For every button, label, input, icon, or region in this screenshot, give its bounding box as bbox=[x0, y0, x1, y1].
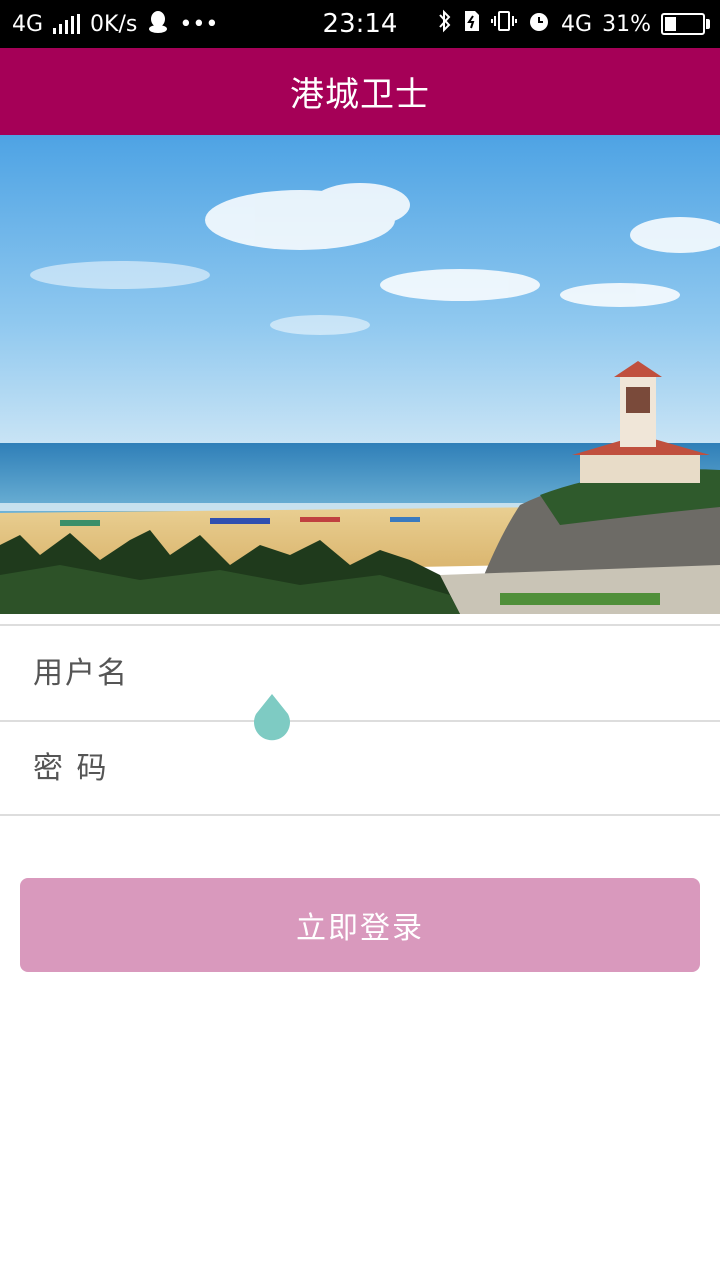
vibrate-icon bbox=[491, 9, 518, 39]
signal-icon bbox=[53, 14, 81, 34]
sim-icon bbox=[463, 9, 481, 39]
alarm-icon bbox=[527, 9, 551, 39]
network-type-left: 4G bbox=[12, 11, 44, 37]
text-cursor-handle-icon[interactable] bbox=[252, 694, 292, 742]
status-bar: 4G 0K/s ••• 23:14 4G 31% ⚡ bbox=[0, 0, 720, 48]
battery-percent: 31% bbox=[602, 11, 651, 37]
password-input[interactable] bbox=[33, 738, 673, 798]
app-bar: 港城卫士 bbox=[0, 48, 720, 135]
hero-image bbox=[0, 135, 720, 614]
username-row bbox=[0, 624, 720, 720]
password-row bbox=[0, 720, 720, 816]
bluetooth-icon bbox=[437, 9, 453, 39]
status-right: 4G 31% ⚡ bbox=[437, 9, 710, 39]
login-button[interactable]: 立即登录 bbox=[20, 878, 700, 972]
network-type-right: 4G bbox=[561, 11, 593, 37]
more-dots: ••• bbox=[179, 11, 219, 37]
username-input[interactable] bbox=[33, 643, 673, 703]
qq-icon bbox=[147, 10, 169, 39]
page-title: 港城卫士 bbox=[290, 75, 430, 115]
network-speed: 0K/s bbox=[90, 11, 138, 37]
status-left: 4G 0K/s ••• bbox=[12, 10, 218, 39]
login-form bbox=[0, 624, 720, 816]
battery-icon: ⚡ bbox=[661, 13, 710, 35]
